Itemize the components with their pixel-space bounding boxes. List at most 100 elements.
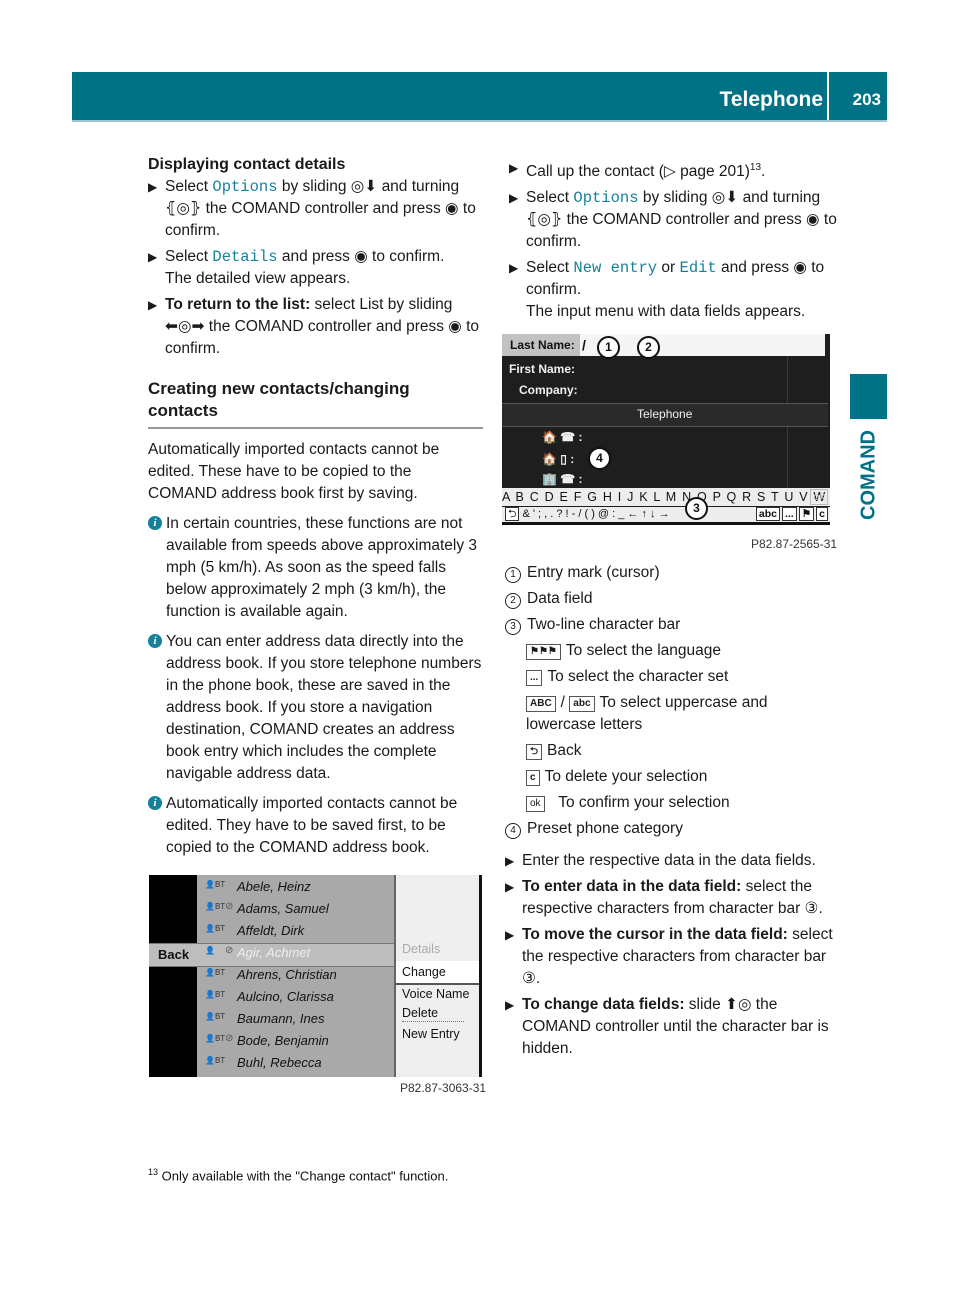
bullet-arrow-icon: ▶	[509, 261, 519, 276]
bullet-arrow-icon: ▶	[509, 161, 519, 175]
contact-row[interactable]: 👤BT Ahrens, Christian	[201, 964, 391, 986]
bluetooth-contact-icon: 👤BT	[205, 902, 226, 911]
back-key-icon[interactable]: ⮌	[505, 507, 520, 521]
page-number: 203	[852, 90, 881, 109]
step: ▶ Select Options by sliding ◎⬇ and turni…	[509, 189, 837, 251]
contact-name: Bode, Benjamin	[237, 1033, 329, 1048]
field-label-first-name: First Name:	[509, 362, 576, 376]
person-icon: 👤	[205, 946, 215, 955]
back-key-icon: ⮌	[526, 744, 543, 760]
contact-row[interactable]: 👤BT ⊘ Bode, Benjamin	[201, 1030, 391, 1052]
delete-key-icon: c	[526, 770, 540, 786]
navigation-icon: ⊘	[225, 1033, 234, 1044]
footnote: 13 Only available with the "Change conta…	[148, 1167, 448, 1183]
ok-key-icon: ok	[526, 796, 545, 812]
footnote-number: 13	[148, 1167, 159, 1177]
info-icon: i	[148, 516, 162, 530]
legend-item: 4 Preset phone category	[505, 818, 840, 840]
lowercase-key[interactable]: abc	[755, 507, 780, 521]
back-button[interactable]: Back	[158, 947, 189, 962]
contact-list-screen: Back 👤BT Abele, Heinz 👤BT ⊘ Adams, Samuel 👤BT…	[149, 875, 482, 1077]
info-icon: i	[148, 796, 162, 810]
step: ▶ To enter data in the data field: selec…	[505, 878, 823, 917]
step: ▶ To return to the list: select List by …	[148, 296, 480, 357]
bullet-arrow-icon: ▶	[148, 250, 158, 264]
charset-key-icon: ...	[526, 670, 543, 686]
step: ▶ Select Details and press ◉ to confirm.…	[148, 248, 445, 287]
field-label-company: Company:	[519, 383, 578, 397]
step: ▶ To change data fields: slide ⬆◎ the CO…	[505, 996, 829, 1057]
legend-subitem: ⮌ Back	[505, 740, 840, 762]
bullet-arrow-icon: ▶	[509, 191, 519, 206]
side-tab-marker	[850, 374, 887, 419]
menu-item-delete[interactable]: Delete	[402, 1006, 438, 1020]
phone-home-mobile-label: 🏠 ▯ :	[542, 452, 575, 466]
menu-item-change[interactable]: Change	[402, 965, 446, 979]
text-cursor: /	[582, 337, 586, 353]
info-note: i In certain countries, these functions …	[148, 513, 483, 623]
bullet-arrow-icon: ▶	[505, 854, 515, 868]
character-bar-symbols[interactable]: ⮌ & ' ; , . ? ! - / ( ) @ : _ ← ↑ ↓ → ab…	[502, 507, 830, 525]
bluetooth-contact-icon: 👤BT	[205, 990, 226, 999]
figure-legend: 1 Entry mark (cursor) 2 Data field 3 Two-li…	[505, 562, 840, 1064]
callout-4: 4	[588, 447, 611, 470]
contact-row[interactable]: 👤BT Aulcino, Clarissa	[201, 986, 391, 1008]
charset-key[interactable]: ...	[781, 507, 797, 521]
contact-name: Buhl, Rebecca	[237, 1055, 322, 1070]
options-menu: Details Change Voice Name Delete New Ent…	[394, 875, 482, 1077]
info-icon: i	[148, 634, 162, 648]
step: ▶ Call up the contact (▷ page 201)13.	[509, 157, 839, 183]
callout-2: 2	[637, 336, 660, 359]
language-key-icon[interactable]: ⚑	[798, 507, 815, 521]
telephone-header-label: Telephone	[637, 407, 693, 421]
phone-work-landline-label: 🏢 ☎ :	[542, 472, 583, 486]
side-tab-label: COMAND	[857, 430, 879, 520]
page-header: Telephone 203	[72, 72, 887, 120]
legend-subitem: ABC / abc To select uppercase and lowercas…	[526, 694, 768, 733]
delete-key[interactable]: c	[816, 507, 828, 521]
phone-home-landline-label: 🏠 ☎ :	[542, 430, 583, 444]
contact-name: Affeldt, Dirk	[237, 923, 305, 938]
contact-name: Abele, Heinz	[237, 879, 311, 894]
contact-row[interactable]: 👤BT Buhl, Rebecca	[201, 1052, 391, 1074]
bluetooth-contact-icon: 👤BT	[205, 1034, 226, 1043]
side-tab: COMAND	[850, 420, 887, 530]
input-menu-screen: Last Name: / First Name: Company: Teleph…	[502, 334, 830, 525]
section-heading-details: Displaying contact details	[148, 156, 346, 173]
ui-term: Options	[573, 189, 639, 208]
info-note: i You can enter address data directly in…	[148, 631, 483, 785]
left-panel	[149, 875, 197, 1077]
bluetooth-contact-icon: 👤BT	[205, 1012, 226, 1021]
lowercase-key-icon: abc	[569, 696, 595, 712]
legend-item: 3 Two-line character bar	[505, 614, 840, 636]
header-divider	[827, 72, 829, 120]
character-bar-letters[interactable]: A B C D E F G H I J K L M N O P Q R S T …	[502, 488, 830, 506]
section-divider	[148, 427, 483, 429]
divider	[502, 426, 828, 427]
right-column-top: ▶ Call up the contact (▷ page 201)13. ▶ …	[509, 157, 839, 327]
ui-term: Details	[212, 248, 278, 266]
bullet-arrow-icon: ▶	[505, 998, 515, 1012]
legend-subitem: ⚑⚑⚑ To select the language	[505, 640, 840, 662]
contact-row[interactable]: 👤 ⊘ Agir, Achmet	[201, 942, 391, 964]
step: ▶ Enter the respective data in the data …	[505, 850, 840, 872]
menu-item-details[interactable]: Details	[402, 942, 440, 956]
contact-row[interactable]: 👤BT ⊘ Adams, Samuel	[201, 898, 391, 920]
ui-term: Edit	[679, 259, 717, 278]
contact-name: Agir, Achmet	[237, 945, 311, 960]
callout-1: 1	[597, 336, 620, 359]
contact-row[interactable]: 👤BT Affeldt, Dirk	[201, 920, 391, 942]
menu-item-voice-name[interactable]: Voice Name	[402, 987, 469, 1001]
legend-item: 1 Entry mark (cursor)	[505, 562, 840, 584]
ok-key[interactable]: ok	[810, 489, 828, 505]
contact-row[interactable]: 👤BT Abele, Heinz	[201, 876, 391, 898]
step-result: The input menu with data fields appears.	[526, 303, 806, 321]
step: ▶ Select Options by sliding ◎⬇ and turni…	[148, 178, 476, 239]
menu-item-new-entry[interactable]: New Entry	[402, 1027, 460, 1041]
field-label-last-name: Last Name:	[510, 338, 575, 352]
uppercase-key-icon: ABC	[526, 696, 556, 712]
section-heading-create: Creating new contacts/changing contacts	[148, 379, 410, 420]
legend-subitem: c To delete your selection	[505, 766, 840, 788]
contact-row[interactable]: 👤BT Baumann, Ines	[201, 1008, 391, 1030]
legend-subitem: ok To confirm your selection	[505, 792, 840, 814]
